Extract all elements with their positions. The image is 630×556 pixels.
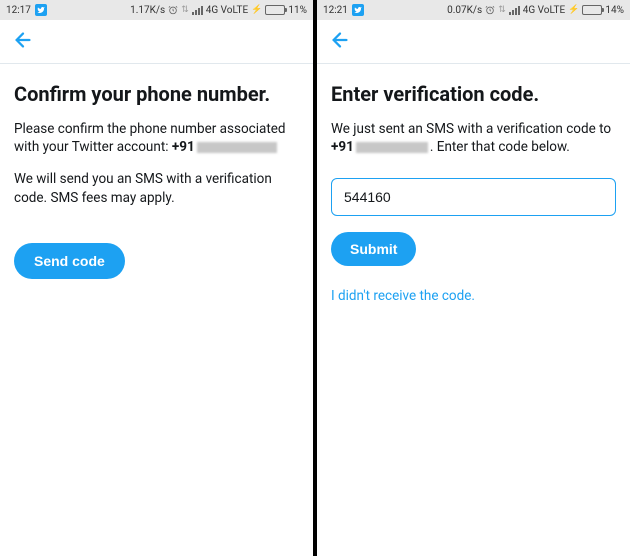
data-transfer-icon: ⇅ xyxy=(498,5,506,15)
alarm-icon xyxy=(485,5,495,15)
verification-text: We just sent an SMS with a verification … xyxy=(331,120,616,156)
send-code-button[interactable]: Send code xyxy=(14,243,125,279)
resend-code-link[interactable]: I didn't receive the code. xyxy=(331,288,616,304)
status-speed: 1.17K/s xyxy=(130,5,165,16)
status-time: 12:21 xyxy=(323,5,348,16)
phone-redacted xyxy=(197,142,277,153)
page-title: Confirm your phone number. xyxy=(14,82,299,106)
arrow-left-icon xyxy=(329,29,351,51)
status-network: 4G VoLTE xyxy=(523,5,565,16)
status-network: 4G VoLTE xyxy=(206,5,248,16)
status-bar: 12:21 0.07K/s ⇅ 4G VoLTE ⚡ 14% xyxy=(317,0,630,20)
status-time: 12:17 xyxy=(6,5,31,16)
back-button[interactable] xyxy=(329,29,351,55)
page-title: Enter verification code. xyxy=(331,82,616,106)
confirm-text: Please confirm the phone number associat… xyxy=(14,120,299,156)
sms-fee-text: We will send you an SMS with a verificat… xyxy=(14,170,299,206)
data-transfer-icon: ⇅ xyxy=(181,5,189,15)
signal-icon xyxy=(509,6,520,15)
back-button[interactable] xyxy=(12,29,34,55)
verification-code-input[interactable] xyxy=(331,178,616,216)
screen-confirm-phone: 12:17 1.17K/s ⇅ 4G VoLTE ⚡ 11% Confirm y… xyxy=(0,0,313,556)
content-area: Confirm your phone number. Please confir… xyxy=(0,64,313,297)
nav-bar xyxy=(317,20,630,64)
signal-icon xyxy=(192,6,203,15)
charging-icon: ⚡ xyxy=(251,5,262,15)
charging-icon: ⚡ xyxy=(568,5,579,15)
arrow-left-icon xyxy=(12,29,34,51)
alarm-icon xyxy=(168,5,178,15)
status-battery-pct: 11% xyxy=(288,5,307,16)
battery-icon xyxy=(265,5,285,15)
screen-enter-code: 12:21 0.07K/s ⇅ 4G VoLTE ⚡ 14% Enter ver… xyxy=(317,0,630,556)
phone-redacted xyxy=(356,142,428,153)
nav-bar xyxy=(0,20,313,64)
submit-button[interactable]: Submit xyxy=(331,232,416,266)
content-area: Enter verification code. We just sent an… xyxy=(317,64,630,322)
battery-icon xyxy=(582,5,602,15)
twitter-app-icon xyxy=(35,4,47,16)
status-speed: 0.07K/s xyxy=(447,5,482,16)
twitter-app-icon xyxy=(352,4,364,16)
status-battery-pct: 14% xyxy=(605,5,624,16)
status-bar: 12:17 1.17K/s ⇅ 4G VoLTE ⚡ 11% xyxy=(0,0,313,20)
